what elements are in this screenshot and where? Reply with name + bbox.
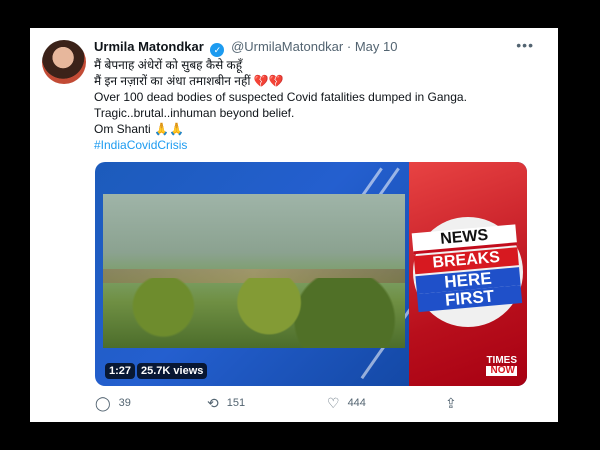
tweet-line-3: Over 100 dead bodies of suspected Covid … xyxy=(94,90,467,104)
news-breaks-badge: NEWS BREAKS HERE FIRST xyxy=(411,223,527,314)
reply-icon: ◯ xyxy=(95,395,111,411)
times-now-logo: TIMES NOW xyxy=(486,356,517,376)
retweet-action[interactable]: ⟲ 151 xyxy=(207,396,245,410)
video-views-badge: 25.7K views xyxy=(137,363,208,379)
video-duration-badge: 1:27 xyxy=(105,363,136,379)
share-icon: ⇪ xyxy=(445,395,457,411)
tweet-actions: ◯ 39 ⟲ 151 ♡ 444 ⇪ xyxy=(95,396,475,414)
tweet-line-5-text: Om Shanti xyxy=(94,122,151,136)
tweet-line-4: Tragic..brutal..inhuman beyond belief. xyxy=(94,106,295,120)
video-preview[interactable]: NEWS BREAKS HERE FIRST TIMES NOW 1:27 25… xyxy=(95,162,527,386)
tweet-line-1: मैं बेपनाह अंधेरों को सुबह कैसे कहूँ xyxy=(94,58,243,72)
share-action[interactable]: ⇪ xyxy=(445,396,457,410)
heart-icon: ♡ xyxy=(327,395,340,411)
river-grass xyxy=(103,278,405,348)
verified-icon: ✓ xyxy=(210,43,225,57)
separator-dot: · xyxy=(346,39,352,54)
tweet-line-2: मैं इन नज़ारों का अंधा तमाशबीन नहीं 💔💔 xyxy=(94,73,534,89)
retweet-icon: ⟲ xyxy=(207,395,219,411)
more-icon[interactable]: ••• xyxy=(516,37,534,53)
like-count: 444 xyxy=(347,397,366,409)
tweet-line-2-text: मैं इन नज़ारों का अंधा तमाशबीन नहीं xyxy=(94,74,251,88)
avatar[interactable] xyxy=(42,40,86,84)
video-frame xyxy=(103,194,405,348)
retweet-count: 151 xyxy=(226,397,246,409)
now-word: NOW xyxy=(486,366,517,376)
reply-count: 39 xyxy=(118,397,131,409)
hashtag-link[interactable]: #IndiaCovidCrisis xyxy=(94,137,534,153)
broken-heart-icon: 💔💔 xyxy=(253,74,284,88)
author-name[interactable]: Urmila Matondkar xyxy=(94,39,204,54)
folded-hands-icon: 🙏🙏 xyxy=(154,122,184,136)
reply-action[interactable]: ◯ 39 xyxy=(95,396,131,410)
like-action[interactable]: ♡ 444 xyxy=(327,396,366,410)
tweet-header: Urmila Matondkar ✓ @UrmilaMatondkar · Ma… xyxy=(94,39,397,57)
author-handle[interactable]: @UrmilaMatondkar xyxy=(231,39,343,54)
news-graphic: NEWS BREAKS HERE FIRST TIMES NOW xyxy=(409,162,527,386)
tweet-card: Urmila Matondkar ✓ @UrmilaMatondkar · Ma… xyxy=(30,28,558,422)
tweet-text: मैं बेपनाह अंधेरों को सुबह कैसे कहूँ मैं… xyxy=(94,57,534,153)
tweet-date[interactable]: May 10 xyxy=(355,39,398,54)
tweet-line-5: Om Shanti 🙏🙏 xyxy=(94,121,534,137)
